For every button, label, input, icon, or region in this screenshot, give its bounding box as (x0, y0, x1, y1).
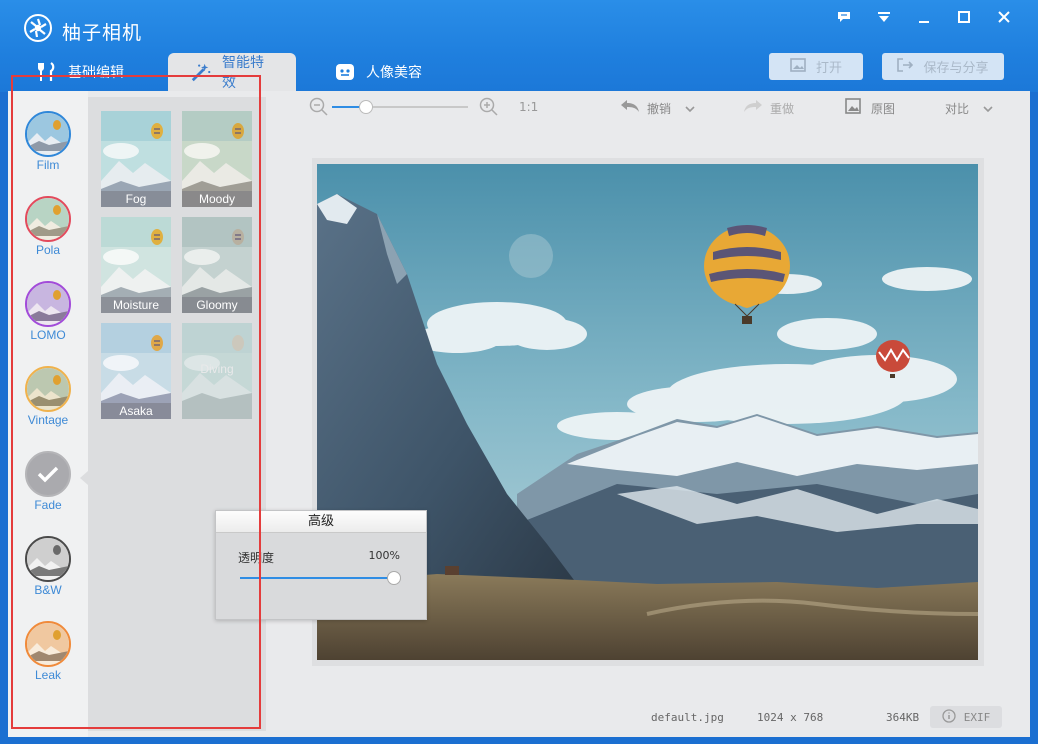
opacity-slider-handle[interactable] (387, 571, 401, 585)
effect-thumb-asaka[interactable]: Asaka (101, 323, 171, 419)
category-thumb (25, 281, 71, 327)
exif-button[interactable]: EXIF (930, 706, 1002, 728)
tab-portrait-beauty[interactable]: 人像美容 (312, 53, 462, 91)
close-icon[interactable] (984, 6, 1024, 28)
open-label: 打开 (815, 61, 842, 76)
effect-thumb-moody[interactable]: Moody (182, 111, 252, 207)
category-label: Vintage (27, 413, 69, 427)
category-vintage[interactable]: Vintage (8, 366, 88, 427)
thumb-label: Fog (101, 191, 171, 207)
title-bar: 柚子相机 基础编辑 智能特效 人像美容 打开 保存与分享 (0, 0, 1038, 92)
category-bw[interactable]: B&W (8, 536, 88, 597)
category-pola[interactable]: Pola (8, 196, 88, 257)
redo-label: 重做 (770, 101, 795, 116)
magic-wand-icon (190, 61, 212, 83)
status-filesize: 364KB (886, 711, 920, 724)
category-thumb (25, 536, 71, 582)
menu-dropdown-icon[interactable] (864, 6, 904, 28)
category-fade[interactable]: Fade (8, 451, 88, 512)
advanced-popup-title: 高级 (216, 511, 426, 533)
image-icon (845, 98, 861, 118)
zoom-in-icon[interactable] (479, 97, 499, 121)
category-leak[interactable]: Leak (8, 621, 88, 682)
effect-thumb-gloomy[interactable]: Gloomy (182, 217, 252, 313)
undo-label: 撤销 (647, 101, 672, 116)
selection-pointer (80, 471, 88, 485)
category-label: Pola (35, 243, 61, 257)
open-button[interactable]: 打开 (769, 53, 863, 80)
tab-label: 智能特效 (222, 55, 264, 91)
category-film[interactable]: Film (8, 111, 88, 172)
effect-thumb-diving[interactable]: Diving (182, 323, 252, 419)
category-thumb (25, 111, 71, 157)
info-icon (942, 708, 956, 726)
category-thumb (25, 196, 71, 242)
tab-smart-effects[interactable]: 智能特效 (168, 53, 296, 91)
save-share-label: 保存与分享 (923, 61, 989, 76)
window-controls (824, 6, 1024, 28)
image-icon (790, 57, 806, 76)
zoom-slider-handle[interactable] (359, 100, 373, 114)
thumb-label: Diving (200, 362, 234, 376)
category-thumb (25, 621, 71, 667)
status-dimensions: 1024 x 768 (757, 711, 824, 724)
face-icon (334, 61, 356, 83)
category-label: Film (36, 158, 60, 172)
effect-category-list: Film Pola LOMO Vintage Fade B&W Leak (8, 91, 88, 737)
compare-button[interactable]: 对比 (945, 100, 969, 117)
advanced-popup: 高级 透明度 100% (215, 510, 427, 620)
effect-thumbnail-panel: Fog Moody Moisture Gloomy Asaka Diving (88, 97, 266, 731)
compare-dropdown-icon[interactable] (982, 100, 994, 119)
exif-label: EXIF (963, 710, 991, 724)
redo-button[interactable]: 重做 (742, 98, 794, 118)
original-button[interactable]: 原图 (845, 98, 895, 118)
effect-thumb-moisture[interactable]: Moisture (101, 217, 171, 313)
maximize-icon[interactable] (944, 6, 984, 28)
category-label: Leak (34, 668, 62, 682)
app-window: 柚子相机 基础编辑 智能特效 人像美容 打开 保存与分享 Film Pola L… (0, 0, 1038, 744)
category-label: Fade (34, 498, 62, 512)
status-filename: default.jpg (651, 711, 724, 724)
redo-icon (742, 98, 764, 118)
category-lomo[interactable]: LOMO (8, 281, 88, 342)
category-label: LOMO (30, 328, 66, 342)
zoom-out-icon[interactable] (309, 97, 329, 121)
zoom-ratio-button[interactable]: 1:1 (519, 100, 538, 114)
feedback-icon[interactable] (824, 6, 864, 28)
original-label: 原图 (871, 101, 896, 116)
category-thumb (25, 366, 71, 412)
save-share-button[interactable]: 保存与分享 (882, 53, 1004, 80)
opacity-slider[interactable] (240, 571, 401, 585)
opacity-slider-fill (240, 577, 394, 579)
tab-label: 人像美容 (366, 65, 422, 81)
tools-icon (36, 61, 58, 83)
category-label: B&W (34, 583, 62, 597)
thumb-label: Moody (182, 191, 252, 207)
export-icon (897, 57, 914, 76)
app-title: 柚子相机 (62, 22, 143, 44)
selected-check-icon (25, 451, 71, 497)
thumb-label: Asaka (101, 403, 171, 419)
tab-label: 基础编辑 (68, 65, 124, 81)
undo-dropdown-icon[interactable] (684, 100, 696, 119)
effect-thumb-fog[interactable]: Fog (101, 111, 171, 207)
tab-basic-edit[interactable]: 基础编辑 (14, 53, 164, 91)
minimize-icon[interactable] (904, 6, 944, 28)
app-logo-icon (24, 14, 52, 42)
opacity-value: 100% (368, 549, 400, 562)
undo-button[interactable]: 撤销 (619, 98, 671, 118)
thumb-label: Gloomy (182, 297, 252, 313)
undo-icon (619, 98, 641, 118)
thumb-label: Moisture (101, 297, 171, 313)
opacity-label: 透明度 (238, 551, 275, 565)
zoom-slider[interactable] (332, 100, 468, 114)
